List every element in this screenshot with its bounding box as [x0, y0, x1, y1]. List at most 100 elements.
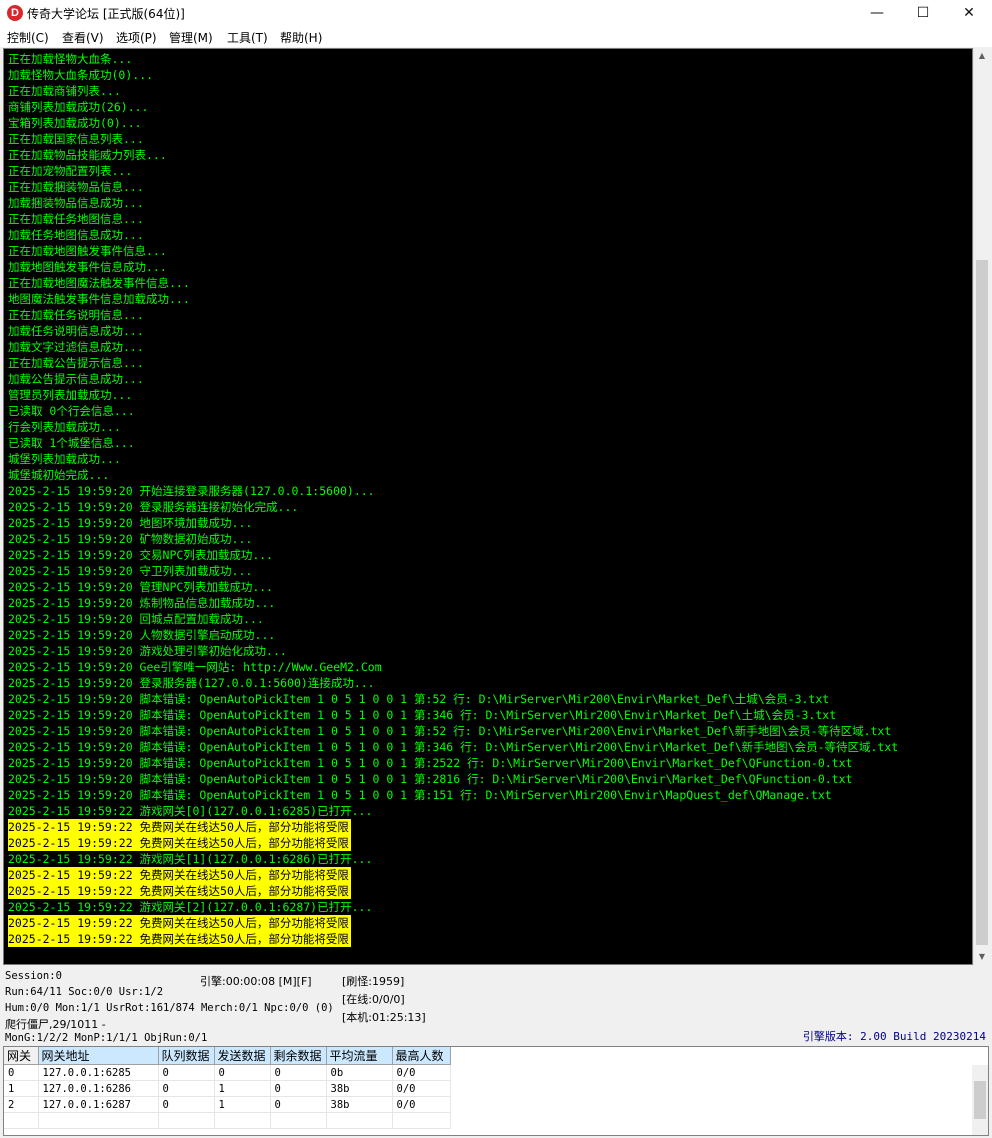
cell: 0	[4, 1064, 39, 1081]
log-line: 2025-2-15 19:59:20 炼制物品信息加载成功...	[8, 596, 276, 610]
table-row[interactable]: 1 127.0.0.1:6286 0 1 0 38b 0/0	[4, 1080, 451, 1097]
menu-bar: 控制(C) 查看(V) 选项(P) 管理(M) 工具(T) 帮助(H)	[0, 26, 992, 47]
log-line: 加载任务说明信息成功...	[8, 324, 144, 338]
table-row[interactable]: 0 127.0.0.1:6285 0 0 0 0b 0/0	[4, 1064, 451, 1081]
log-scrollbar[interactable]: ▲ ▼	[973, 48, 989, 965]
table-row[interactable]: 2 127.0.0.1:6287 0 1 0 38b 0/0	[4, 1096, 451, 1113]
log-line-warning: 2025-2-15 19:59:22 免费网关在线达50人后，部分功能将受限	[8, 883, 351, 899]
log-line: 城堡城初始完成...	[8, 468, 110, 482]
table-scrollbar[interactable]	[972, 1065, 988, 1135]
log-line: 2025-2-15 19:59:20 登录服务器连接初始化完成...	[8, 500, 299, 514]
log-line: 2025-2-15 19:59:20 Gee引擎唯一网站: http://Www…	[8, 660, 382, 674]
menu-view[interactable]: 查看(V)	[62, 29, 104, 46]
cell: 0	[158, 1080, 215, 1097]
table-row	[4, 1112, 451, 1129]
monster-gen-stats: MonG:1/2/2 MonP:1/1/1 ObjRun:0/1	[5, 1032, 208, 1044]
log-line: 正在加载公告提示信息...	[8, 356, 144, 370]
col-queue-data[interactable]: 队列数据	[158, 1047, 215, 1065]
log-line: 2025-2-15 19:59:20 守卫列表加载成功...	[8, 564, 253, 578]
monster-info: 爬行僵尸,29/1011 -	[5, 1018, 106, 1031]
local-time: [本机:01:25:13]	[342, 1011, 426, 1024]
table-header-row: 网关 网关地址 队列数据 发送数据 剩余数据 平均流量 最高人数	[4, 1047, 451, 1065]
window-title: 传奇大学论坛 [正式版(64位)]	[27, 7, 185, 21]
hum-stats: Hum:0/0 Mon:1/1 UsrRot:161/874 Merch:0/1…	[5, 1002, 334, 1014]
log-line: 2025-2-15 19:59:20 脚本错误: OpenAutoPickIte…	[8, 756, 853, 770]
log-line-warning: 2025-2-15 19:59:22 免费网关在线达50人后，部分功能将受限	[8, 835, 351, 851]
log-line: 加载捆装物品信息成功...	[8, 196, 144, 210]
log-line: 加载地图触发事件信息成功...	[8, 260, 167, 274]
cell: 1	[214, 1080, 271, 1097]
maximize-button[interactable]: ☐	[900, 0, 946, 26]
menu-control[interactable]: 控制(C)	[7, 29, 49, 46]
col-remaining-data[interactable]: 剩余数据	[270, 1047, 327, 1065]
log-line: 2025-2-15 19:59:20 管理NPC列表加载成功...	[8, 580, 274, 594]
cell: 38b	[326, 1096, 393, 1113]
log-line-warning: 2025-2-15 19:59:22 免费网关在线达50人后，部分功能将受限	[8, 819, 351, 835]
cell: 127.0.0.1:6287	[38, 1096, 159, 1113]
table-scrollbar-thumb[interactable]	[974, 1081, 986, 1119]
log-line: 2025-2-15 19:59:20 开始连接登录服务器(127.0.0.1:5…	[8, 484, 375, 498]
log-line: 加载怪物大血条成功(0)...	[8, 68, 154, 82]
title-bar: D 传奇大学论坛 [正式版(64位)] — ☐ ✕	[0, 0, 992, 26]
engine-version: 引擎版本: 2.00 Build 20230214	[802, 1030, 986, 1043]
log-line: 2025-2-15 19:59:20 脚本错误: OpenAutoPickIte…	[8, 724, 892, 738]
col-gateway[interactable]: 网关	[4, 1047, 39, 1065]
log-line: 正在加载地图魔法触发事件信息...	[8, 276, 190, 290]
col-send-data[interactable]: 发送数据	[214, 1047, 271, 1065]
log-line: 2025-2-15 19:59:20 矿物数据初始成功...	[8, 532, 253, 546]
close-button[interactable]: ✕	[946, 0, 992, 26]
refresh-monster: [刷怪:1959]	[342, 975, 405, 988]
run-stats: Run:64/11 Soc:0/0 Usr:1/2	[5, 986, 164, 998]
log-line: 正在加宠物配置列表...	[8, 164, 133, 178]
log-line: 2025-2-15 19:59:20 回城点配置加载成功...	[8, 612, 264, 626]
cell: 1	[214, 1096, 271, 1113]
cell: 127.0.0.1:6285	[38, 1064, 159, 1081]
log-line: 已读取 0个行会信息...	[8, 404, 135, 418]
cell: 0/0	[392, 1064, 451, 1081]
col-gateway-address[interactable]: 网关地址	[38, 1047, 159, 1065]
cell: 0	[270, 1080, 327, 1097]
app-logo-icon: D	[7, 5, 23, 21]
scrollbar-thumb[interactable]	[976, 260, 988, 945]
menu-options[interactable]: 选项(P)	[116, 29, 157, 46]
log-line: 加载文字过滤信息成功...	[8, 340, 144, 354]
cell: 38b	[326, 1080, 393, 1097]
status-panel: Session:0 Run:64/11 Soc:0/0 Usr:1/2 引擎:0…	[0, 966, 992, 1046]
log-line: 正在加载怪物大血条...	[8, 52, 133, 66]
log-line-warning: 2025-2-15 19:59:22 免费网关在线达50人后，部分功能将受限	[8, 915, 351, 931]
log-line: 2025-2-15 19:59:20 脚本错误: OpenAutoPickIte…	[8, 692, 830, 706]
scroll-down-icon[interactable]: ▼	[974, 949, 990, 965]
log-line: 2025-2-15 19:59:20 地图环境加载成功...	[8, 516, 253, 530]
log-line: 正在加载地图触发事件信息...	[8, 244, 167, 258]
log-line: 正在加载国家信息列表...	[8, 132, 144, 146]
log-line: 2025-2-15 19:59:20 游戏处理引擎初始化成功...	[8, 644, 287, 658]
col-max-users[interactable]: 最高人数	[392, 1047, 451, 1065]
log-line: 城堡列表加载成功...	[8, 452, 121, 466]
log-line: 2025-2-15 19:59:20 登录服务器(127.0.0.1:5600)…	[8, 676, 375, 690]
minimize-button[interactable]: —	[854, 0, 900, 26]
cell: 0/0	[392, 1080, 451, 1097]
engine-uptime: 引擎:00:00:08 [M][F]	[200, 975, 312, 988]
col-avg-traffic[interactable]: 平均流量	[326, 1047, 393, 1065]
log-line: 地图魔法触发事件信息加载成功...	[8, 292, 190, 306]
log-line: 2025-2-15 19:59:20 脚本错误: OpenAutoPickIte…	[8, 708, 837, 722]
cell: 2	[4, 1096, 39, 1113]
log-line: 2025-2-15 19:59:20 人物数据引擎启动成功...	[8, 628, 276, 642]
menu-tools[interactable]: 工具(T)	[227, 29, 268, 46]
log-line: 2025-2-15 19:59:22 游戏网关[2](127.0.0.1:628…	[8, 900, 373, 914]
cell: 0	[214, 1064, 271, 1081]
menu-help[interactable]: 帮助(H)	[280, 29, 322, 46]
menu-manage[interactable]: 管理(M)	[169, 29, 213, 46]
cell: 127.0.0.1:6286	[38, 1080, 159, 1097]
log-line: 已读取 1个城堡信息...	[8, 436, 135, 450]
log-line-warning: 2025-2-15 19:59:22 免费网关在线达50人后，部分功能将受限	[8, 931, 351, 947]
log-line: 2025-2-15 19:59:20 脚本错误: OpenAutoPickIte…	[8, 788, 832, 802]
log-line: 正在加载商铺列表...	[8, 84, 121, 98]
log-console[interactable]: 正在加载怪物大血条... 加载怪物大血条成功(0)... 正在加载商铺列表... 商铺…	[3, 48, 973, 965]
cell: 0/0	[392, 1096, 451, 1113]
cell: 0	[158, 1096, 215, 1113]
cell: 0	[270, 1064, 327, 1081]
scroll-up-icon[interactable]: ▲	[974, 48, 990, 64]
gateway-table[interactable]: 网关 网关地址 队列数据 发送数据 剩余数据 平均流量 最高人数 0 127.0…	[3, 1046, 989, 1136]
log-line: 正在加载捆装物品信息...	[8, 180, 144, 194]
